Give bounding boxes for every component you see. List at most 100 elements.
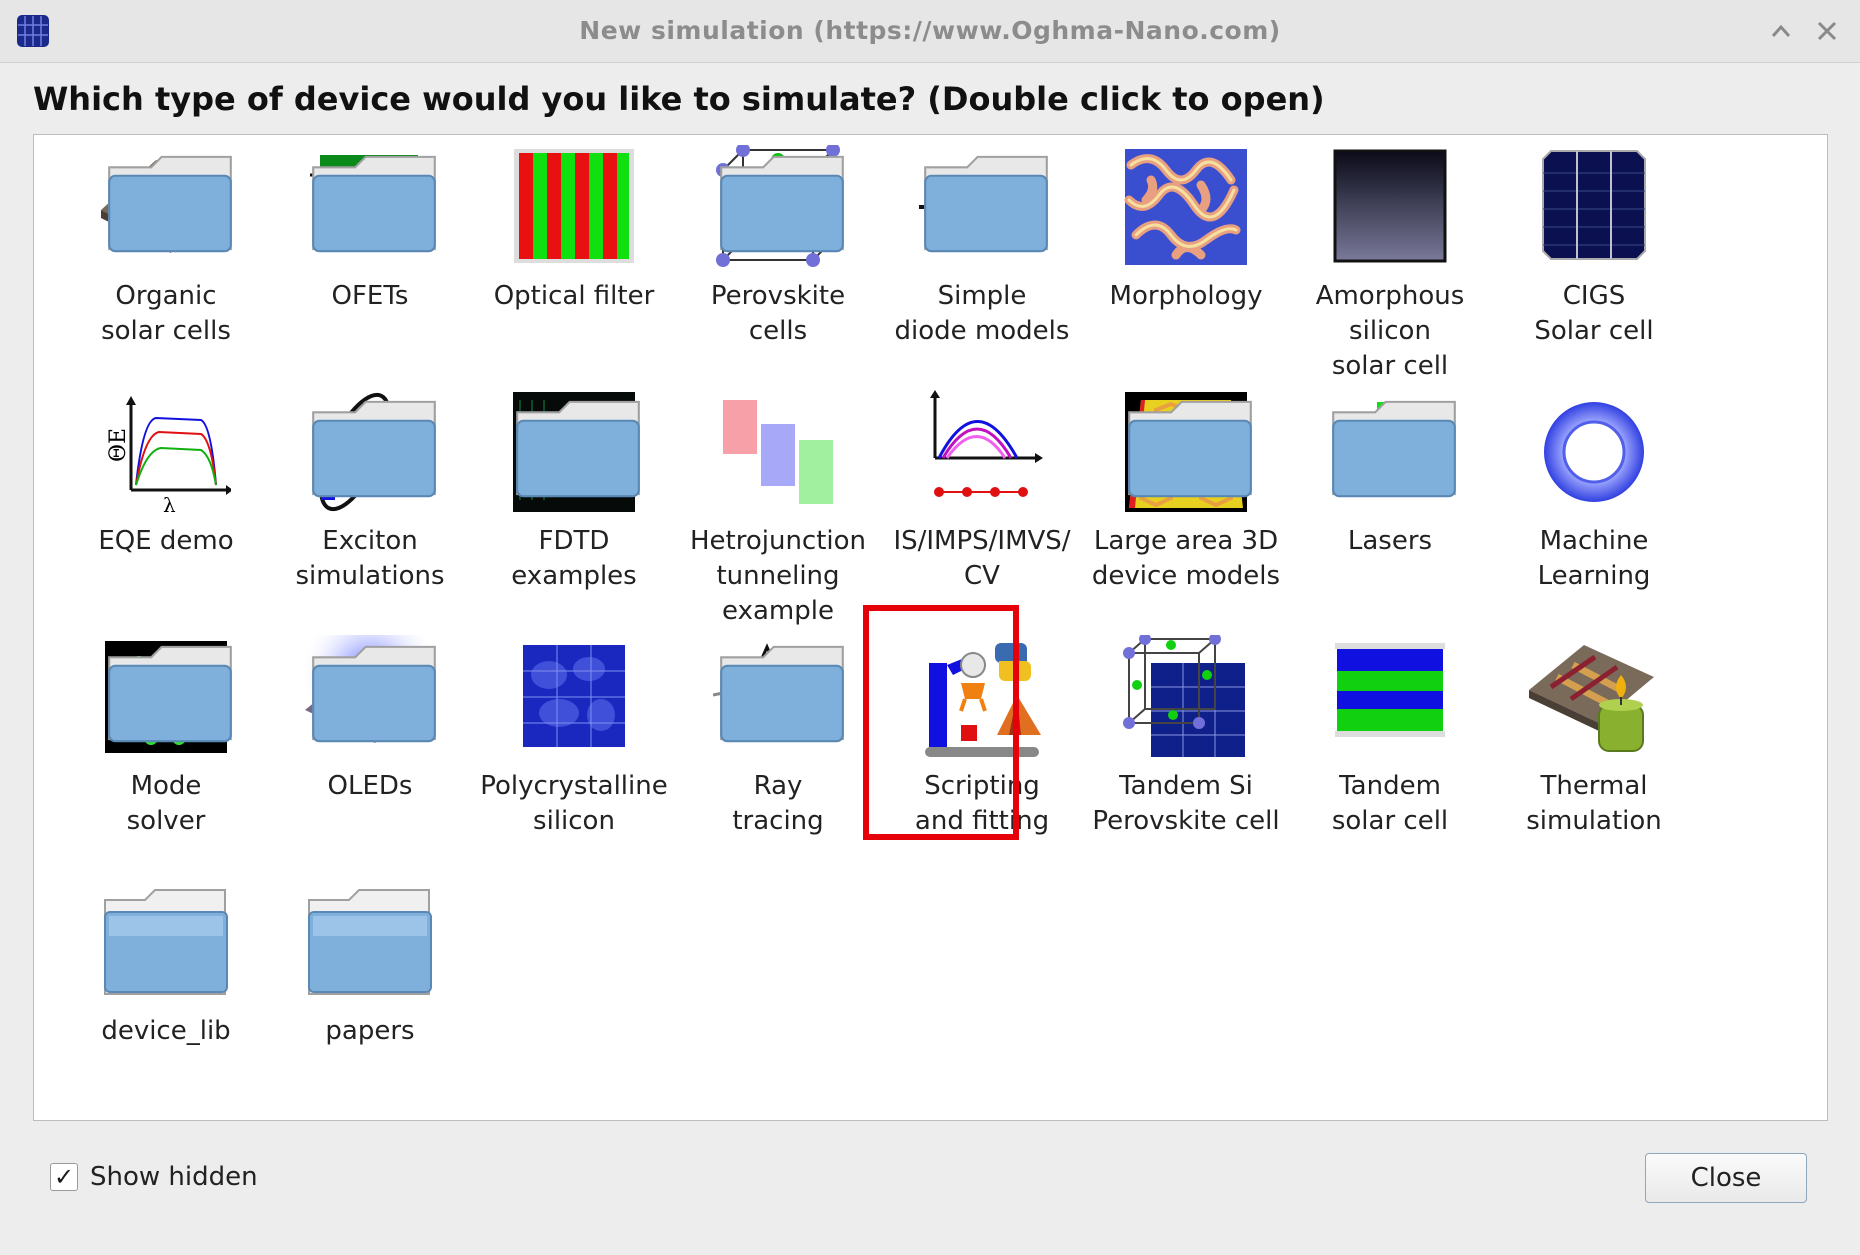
show-hidden-label[interactable]: Show hidden: [90, 1162, 258, 1192]
exciton-icon: +: [305, 390, 436, 514]
item-label: Thermal simulation: [1526, 771, 1662, 836]
maximize-button[interactable]: [1764, 14, 1798, 48]
item-fdtd-examples[interactable]: FDTD examples: [472, 390, 676, 594]
tandem-si-perovskite-icon: [1121, 635, 1251, 759]
ofet-icon: [305, 145, 436, 269]
item-label: OFETs: [331, 281, 409, 311]
folder-icon: [1332, 400, 1456, 498]
fdtd-icon: [509, 390, 640, 514]
chevron-up-icon: [1771, 24, 1791, 37]
item-papers[interactable]: papers: [268, 880, 472, 1049]
eqe-icon: ΘE λ: [101, 390, 231, 514]
morphology-icon: [1121, 145, 1251, 269]
close-button[interactable]: Close: [1645, 1153, 1807, 1203]
close-icon: [1817, 21, 1837, 41]
large-area-3d-icon: [1121, 390, 1252, 514]
polycrystalline-icon: [509, 635, 639, 759]
checkmark-icon: ✓: [53, 1163, 75, 1191]
tandem-solar-icon: [1325, 635, 1455, 759]
item-scripting-and-fitting[interactable]: Scripting and fitting: [880, 635, 1084, 839]
dialog-question: Which type of device would you like to s…: [33, 80, 1325, 118]
window-close-button[interactable]: [1810, 14, 1844, 48]
item-label: OLEDs: [327, 771, 413, 801]
show-hidden-checkbox[interactable]: ✓: [50, 1163, 78, 1191]
item-morphology[interactable]: Morphology: [1084, 145, 1288, 314]
item-label: Hetrojunction tunneling example: [689, 526, 867, 626]
item-perovskite-cells[interactable]: Perovskite cells: [676, 145, 880, 349]
item-label: device_lib: [101, 1016, 231, 1046]
item-mode-solver[interactable]: Mode solver: [64, 635, 268, 839]
item-label: Mode solver: [126, 771, 206, 836]
item-label: Organic solar cells: [101, 281, 231, 346]
item-oleds[interactable]: OLEDs: [268, 635, 472, 804]
item-label: Ray tracing: [732, 771, 824, 836]
folder-icon: [312, 155, 436, 253]
item-label: Perovskite cells: [710, 281, 846, 346]
item-thermal-simulation[interactable]: Thermal simulation: [1492, 635, 1696, 839]
item-eqe-demo[interactable]: ΘE λ EQE demo: [64, 390, 268, 559]
item-label: Tandem Si Perovskite cell: [1092, 771, 1280, 836]
folder-icon: [312, 400, 436, 498]
svg-text:ΘE: ΘE: [106, 428, 131, 462]
item-label: Scripting and fitting: [914, 771, 1050, 836]
item-machine-learning[interactable]: Machine Learning: [1492, 390, 1696, 594]
folder-icon: [312, 645, 436, 743]
item-simple-diode-models[interactable]: Simple diode models: [880, 145, 1084, 349]
folder-icon: [924, 155, 1048, 253]
item-lasers[interactable]: Lasers: [1288, 390, 1492, 559]
folder-icon: [305, 880, 435, 1004]
diode-icon: [917, 145, 1048, 269]
item-label: Amorphous silicon solar cell: [1315, 281, 1465, 381]
item-label: papers: [325, 1016, 415, 1046]
thermal-icon: [1529, 635, 1659, 759]
scripting-icon: [917, 635, 1047, 759]
folder-icon: [101, 880, 231, 1004]
machine-learning-icon: [1529, 390, 1659, 514]
item-exciton-simulations[interactable]: + Exciton simulations: [268, 390, 472, 594]
item-cigs-solar-cell[interactable]: CIGS Solar cell: [1492, 145, 1696, 349]
item-label: Morphology: [1109, 281, 1263, 311]
item-hetrojunction-tunneling[interactable]: Hetrojunction tunneling example: [676, 390, 880, 629]
item-organic-solar-cells[interactable]: Organic solar cells: [64, 145, 268, 349]
item-label: Exciton simulations: [295, 526, 445, 591]
folder-icon: [516, 400, 640, 498]
item-label: IS/IMPS/IMVS/ CV: [893, 526, 1071, 591]
item-tandem-si-perovskite[interactable]: Tandem Si Perovskite cell: [1084, 635, 1288, 839]
item-ofets[interactable]: OFETs: [268, 145, 472, 314]
organic-solar-icon: [101, 145, 232, 269]
laser-icon: [1325, 390, 1456, 514]
folder-icon: [108, 645, 232, 743]
optical-filter-icon: [509, 145, 639, 269]
perovskite-icon: [713, 145, 844, 269]
ray-tracing-icon: [713, 635, 844, 759]
svg-text:λ: λ: [163, 493, 176, 514]
folder-icon: [720, 645, 844, 743]
folder-icon: [720, 155, 844, 253]
impedance-icon: [917, 390, 1047, 514]
item-amorphous-silicon[interactable]: Amorphous silicon solar cell: [1288, 145, 1492, 384]
amorphous-silicon-icon: [1325, 145, 1455, 269]
item-label: Machine Learning: [1537, 526, 1651, 591]
item-ray-tracing[interactable]: Ray tracing: [676, 635, 880, 839]
item-label: Lasers: [1347, 526, 1433, 556]
cigs-icon: [1529, 145, 1659, 269]
item-is-imps-imvs-cv[interactable]: IS/IMPS/IMVS/ CV: [880, 390, 1084, 594]
item-device-lib[interactable]: device_lib: [64, 880, 268, 1049]
item-label: Optical filter: [493, 281, 655, 311]
mode-solver-icon: [101, 635, 232, 759]
window-title: New simulation (https://www.Oghma-Nano.c…: [579, 16, 1281, 45]
heterojunction-icon: [713, 390, 843, 514]
item-label: FDTD examples: [511, 526, 637, 591]
item-label: Tandem solar cell: [1331, 771, 1449, 836]
oled-icon: [305, 635, 436, 759]
folder-icon: [108, 155, 232, 253]
item-optical-filter[interactable]: Optical filter: [472, 145, 676, 314]
item-label: Large area 3D device models: [1091, 526, 1281, 591]
item-label: CIGS Solar cell: [1534, 281, 1654, 346]
folder-icon: [1128, 400, 1252, 498]
title-bar: New simulation (https://www.Oghma-Nano.c…: [0, 0, 1860, 63]
item-polycrystalline-silicon[interactable]: Polycrystalline silicon: [472, 635, 676, 839]
item-large-area-3d[interactable]: Large area 3D device models: [1084, 390, 1288, 594]
item-label: EQE demo: [98, 526, 234, 556]
item-tandem-solar-cell[interactable]: Tandem solar cell: [1288, 635, 1492, 839]
